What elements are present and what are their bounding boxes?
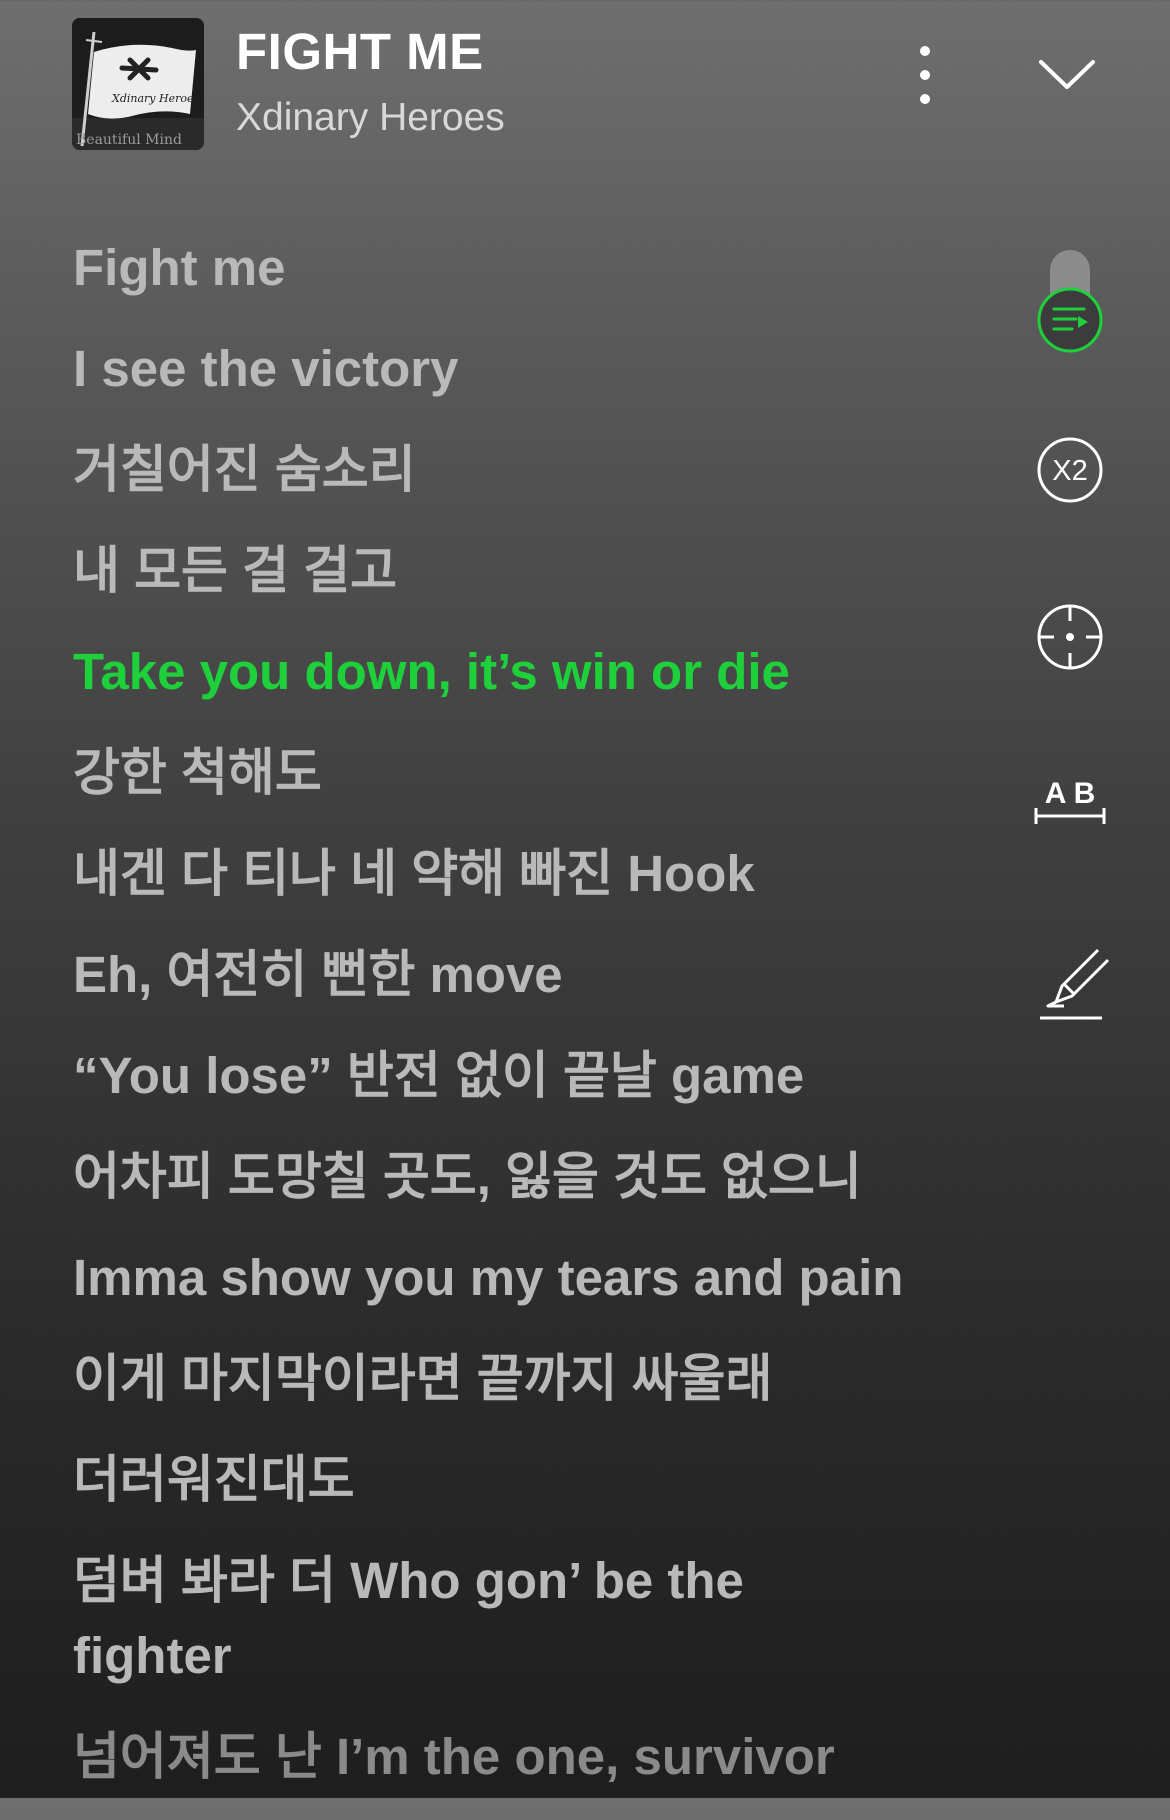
lyric-line[interactable]: 넘어져도 난 I’m the one, survivor	[73, 1719, 973, 1794]
lyric-line[interactable]: “You lose” 반전 없이 끝날 game	[73, 1038, 973, 1113]
highlighter-icon	[1040, 948, 1110, 1020]
svg-text:Beautiful Mind: Beautiful Mind	[76, 132, 182, 148]
lyrics-side-controls: X2 A B	[1030, 240, 1110, 1040]
lyric-line[interactable]: 내겐 다 티나 네 약해 빠진 Hook	[73, 836, 973, 911]
ab-repeat-button[interactable]: A B	[1030, 770, 1110, 840]
lyric-line[interactable]: 강한 척해도	[73, 735, 973, 810]
lyric-line-current[interactable]: Take you down, it’s win or die	[73, 634, 973, 709]
svg-text:Xdinary Heroes: Xdinary Heroes	[111, 92, 199, 105]
highlight-button[interactable]	[1030, 940, 1110, 1020]
ab-repeat-icon: A B	[1034, 777, 1106, 824]
lyric-line[interactable]: 덤벼 봐라 더 Who gon’ be the fighter	[73, 1543, 773, 1693]
svg-text:A B: A B	[1045, 777, 1096, 810]
lyrics-sync-icon	[1037, 287, 1103, 353]
lyric-line[interactable]: I see the victory	[73, 331, 973, 406]
song-title: FIGHT ME	[236, 23, 484, 80]
lyrics-list: Fight me I see the victory 거칠어진 숨소리 내 모든…	[73, 230, 973, 1820]
locate-current-line-button[interactable]	[1030, 597, 1110, 677]
speed-x2-icon: X2	[1037, 437, 1103, 503]
album-art: Xdinary Heroes Beautiful Mind	[72, 18, 204, 150]
lyric-line[interactable]: Imma show you my tears and pain	[73, 1240, 973, 1315]
auto-scroll-toggle[interactable]	[1030, 240, 1110, 360]
lyric-line[interactable]: Fight me	[73, 230, 973, 305]
lyric-line[interactable]: Eh, 여전히 뻔한 move	[73, 937, 973, 1012]
lyric-line[interactable]: 이게 마지막이라면 끝까지 싸울래	[73, 1341, 973, 1416]
more-options-button[interactable]	[900, 40, 950, 110]
lyric-line[interactable]: 거칠어진 숨소리	[73, 432, 973, 507]
lyric-line[interactable]: 내 모든 걸 걸고	[73, 533, 973, 608]
lyric-line[interactable]: 더러워진대도	[73, 1442, 973, 1517]
svg-text:X2: X2	[1052, 455, 1087, 487]
crosshair-icon	[1037, 604, 1103, 670]
speed-button[interactable]: X2	[1030, 430, 1110, 510]
collapse-button[interactable]	[1032, 45, 1102, 105]
artist-name[interactable]: Xdinary Heroes	[236, 96, 505, 140]
more-vertical-icon	[920, 46, 930, 104]
player-header: Xdinary Heroes Beautiful Mind FIGHT ME X…	[0, 0, 1170, 170]
chevron-down-icon	[1039, 60, 1095, 89]
lyric-line[interactable]: 어차피 도망칠 곳도, 잃을 것도 없으니	[73, 1139, 973, 1214]
